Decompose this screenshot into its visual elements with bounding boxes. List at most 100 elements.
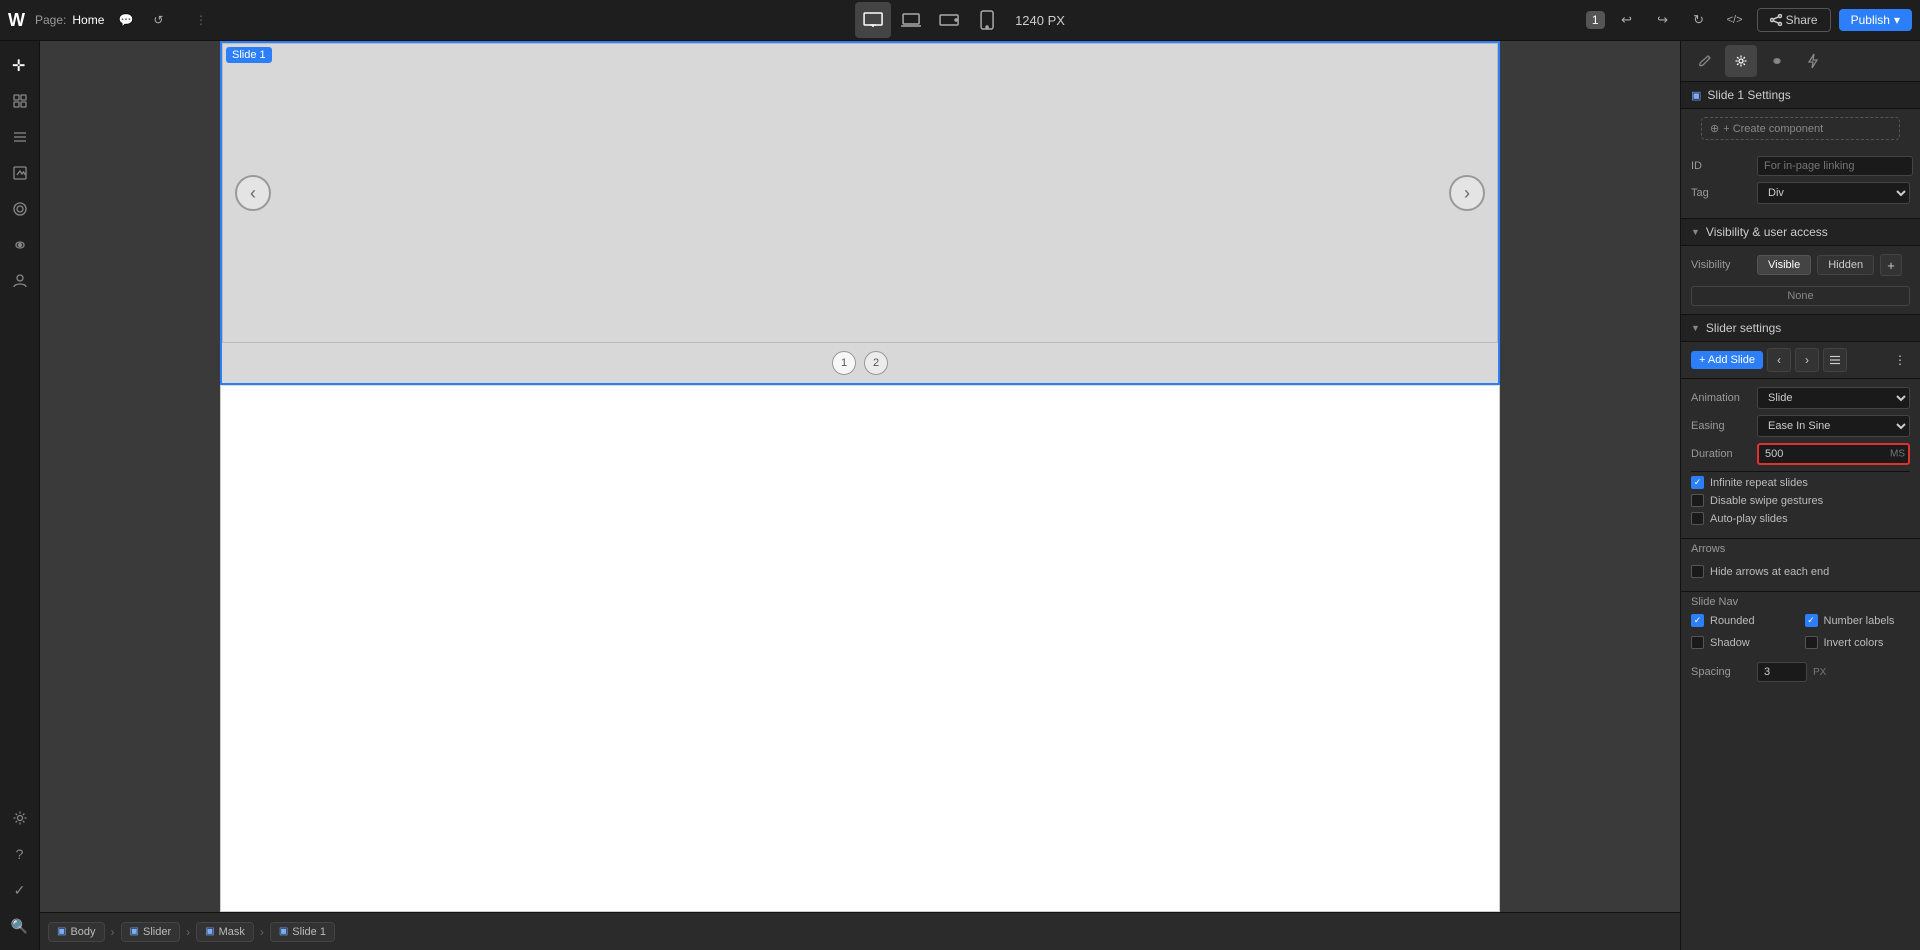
rounded-checkbox[interactable] [1691,614,1704,627]
more-options-icon[interactable]: ⋮ [195,13,207,27]
code-btn[interactable]: </> [1721,6,1749,34]
tab-interactions[interactable] [1761,45,1793,77]
visible-button[interactable]: Visible [1757,255,1811,275]
disable-swipe-checkbox[interactable] [1691,494,1704,507]
notification-badge[interactable]: 1 [1586,11,1605,29]
arrows-section: Hide arrows at each end [1681,557,1920,592]
number-labels-row: Number labels [1805,614,1911,627]
sidebar-interactions[interactable] [4,229,36,261]
duration-input-wrap: MS [1757,443,1910,465]
duration-row: Duration MS [1691,443,1910,465]
slide-wrapper: Slide 1 ‹ › 1 2 [220,41,1500,385]
number-labels-checkbox[interactable] [1805,614,1818,627]
prev-slide-button[interactable]: ‹ [1767,348,1791,372]
create-component-label: + Create component [1723,123,1823,135]
sidebar-users[interactable] [4,265,36,297]
easing-select[interactable]: Ease In Sine [1757,415,1910,437]
sidebar-layers[interactable] [4,121,36,153]
slider-icon: ▣ [130,926,139,937]
slide-nav-grid: Rounded Number labels Shadow Invert colo… [1681,610,1920,658]
infinite-repeat-row: Infinite repeat slides [1691,476,1910,489]
slide-prev-arrow[interactable]: ‹ [235,175,271,211]
breadcrumb-slide1[interactable]: ▣ Slide 1 [270,922,335,942]
slider-settings-toggle[interactable]: ▼ Slider settings [1681,315,1920,342]
duration-label: Duration [1691,448,1751,460]
panel-scroll: ▣ Slide 1 Settings ⊕ + Create component … [1681,82,1920,950]
disable-swipe-label: Disable swipe gestures [1710,495,1823,507]
sidebar-add-element[interactable]: ✛ [4,49,36,81]
canvas-bottom-section [220,385,1500,912]
sidebar-settings[interactable] [4,802,36,834]
slider-settings-title: Slider settings [1706,321,1781,335]
none-button[interactable]: None [1691,286,1910,306]
sidebar-components[interactable] [4,193,36,225]
slide-more-icon[interactable]: ⋮ [1890,350,1910,370]
history-icon[interactable]: ↺ [146,8,170,32]
autoplay-checkbox[interactable] [1691,512,1704,525]
topbar: W Page: Home 💬 ↺ ⋮ 1240 PX 1 ↩ ↪ ↻ </> [0,0,1920,41]
invert-colors-checkbox[interactable] [1805,636,1818,649]
add-slide-button[interactable]: + Add Slide [1691,351,1763,369]
slide-dot-2[interactable]: 2 [864,351,888,375]
tab-settings[interactable] [1725,45,1757,77]
disable-swipe-row: Disable swipe gestures [1691,494,1910,507]
publish-button[interactable]: Publish ▾ [1839,9,1912,31]
device-mobile-btn[interactable] [969,2,1005,38]
slider-settings-arrow-icon: ▼ [1691,323,1700,333]
spacing-input[interactable] [1757,662,1807,682]
id-input[interactable] [1757,156,1913,176]
right-panel: ▣ Slide 1 Settings ⊕ + Create component … [1680,41,1920,950]
panel-title: Slide 1 Settings [1707,88,1790,102]
device-desktop-btn[interactable] [855,2,891,38]
topbar-center: 1240 PX [855,2,1065,38]
tag-select[interactable]: Div [1757,182,1910,204]
breadcrumb-body[interactable]: ▣ Body [48,922,105,942]
sidebar-search[interactable]: 🔍 [4,910,36,942]
device-laptop-btn[interactable] [893,2,929,38]
redo-btn[interactable]: ↪ [1649,6,1677,34]
undo-btn[interactable]: ↩ [1613,6,1641,34]
page-name[interactable]: Home [72,13,104,27]
tab-brush[interactable] [1689,45,1721,77]
breadcrumb-mask[interactable]: ▣ Mask [196,922,254,942]
add-condition-button[interactable]: + [1880,254,1902,276]
sidebar-assets[interactable] [4,157,36,189]
arrows-section-label: Arrows [1681,539,1920,557]
next-slide-button[interactable]: › [1795,348,1819,372]
slide-dot-1[interactable]: 1 [832,351,856,375]
autoplay-label: Auto-play slides [1710,513,1788,525]
infinite-repeat-checkbox[interactable] [1691,476,1704,489]
sidebar-help[interactable]: ? [4,838,36,870]
visibility-toggle[interactable]: ▼ Visibility & user access [1681,219,1920,246]
hide-arrows-checkbox[interactable] [1691,565,1704,578]
tab-lightning[interactable] [1797,45,1829,77]
create-component-area: ⊕ + Create component [1681,109,1920,148]
hide-arrows-label: Hide arrows at each end [1710,566,1829,578]
topbar-left: W Page: Home 💬 ↺ [0,8,200,32]
device-tablet-landscape-btn[interactable] [931,2,967,38]
create-component-button[interactable]: ⊕ + Create component [1701,117,1900,140]
id-row: ID [1691,156,1910,176]
shadow-checkbox[interactable] [1691,636,1704,649]
refresh-btn[interactable]: ↻ [1685,6,1713,34]
rounded-label: Rounded [1710,615,1755,627]
animation-select[interactable]: Slide [1757,387,1910,409]
sidebar-pages[interactable] [4,85,36,117]
hidden-button[interactable]: Hidden [1817,255,1874,275]
breadcrumb-sep-2: › [186,925,190,939]
slide-next-arrow[interactable]: › [1449,175,1485,211]
share-button[interactable]: Share [1757,8,1831,32]
easing-row: Easing Ease In Sine [1691,415,1910,437]
slide-list-button[interactable] [1823,348,1847,372]
canvas-area: Slide 1 ‹ › 1 2 ▣ Body › ▣ [40,41,1680,950]
app-logo[interactable]: W [8,10,25,31]
breadcrumb-slider[interactable]: ▣ Slider [121,922,181,942]
duration-input[interactable] [1757,443,1910,465]
panel-header: ▣ Slide 1 Settings [1681,82,1920,109]
sidebar-tasks[interactable]: ✓ [4,874,36,906]
slide-main[interactable]: ‹ › [222,43,1498,343]
main-layout: ✛ ? ✓ 🔍 Slide 1 [0,41,1920,950]
number-labels-label: Number labels [1824,615,1895,627]
infinite-repeat-label: Infinite repeat slides [1710,477,1808,489]
comment-icon[interactable]: 💬 [114,8,138,32]
